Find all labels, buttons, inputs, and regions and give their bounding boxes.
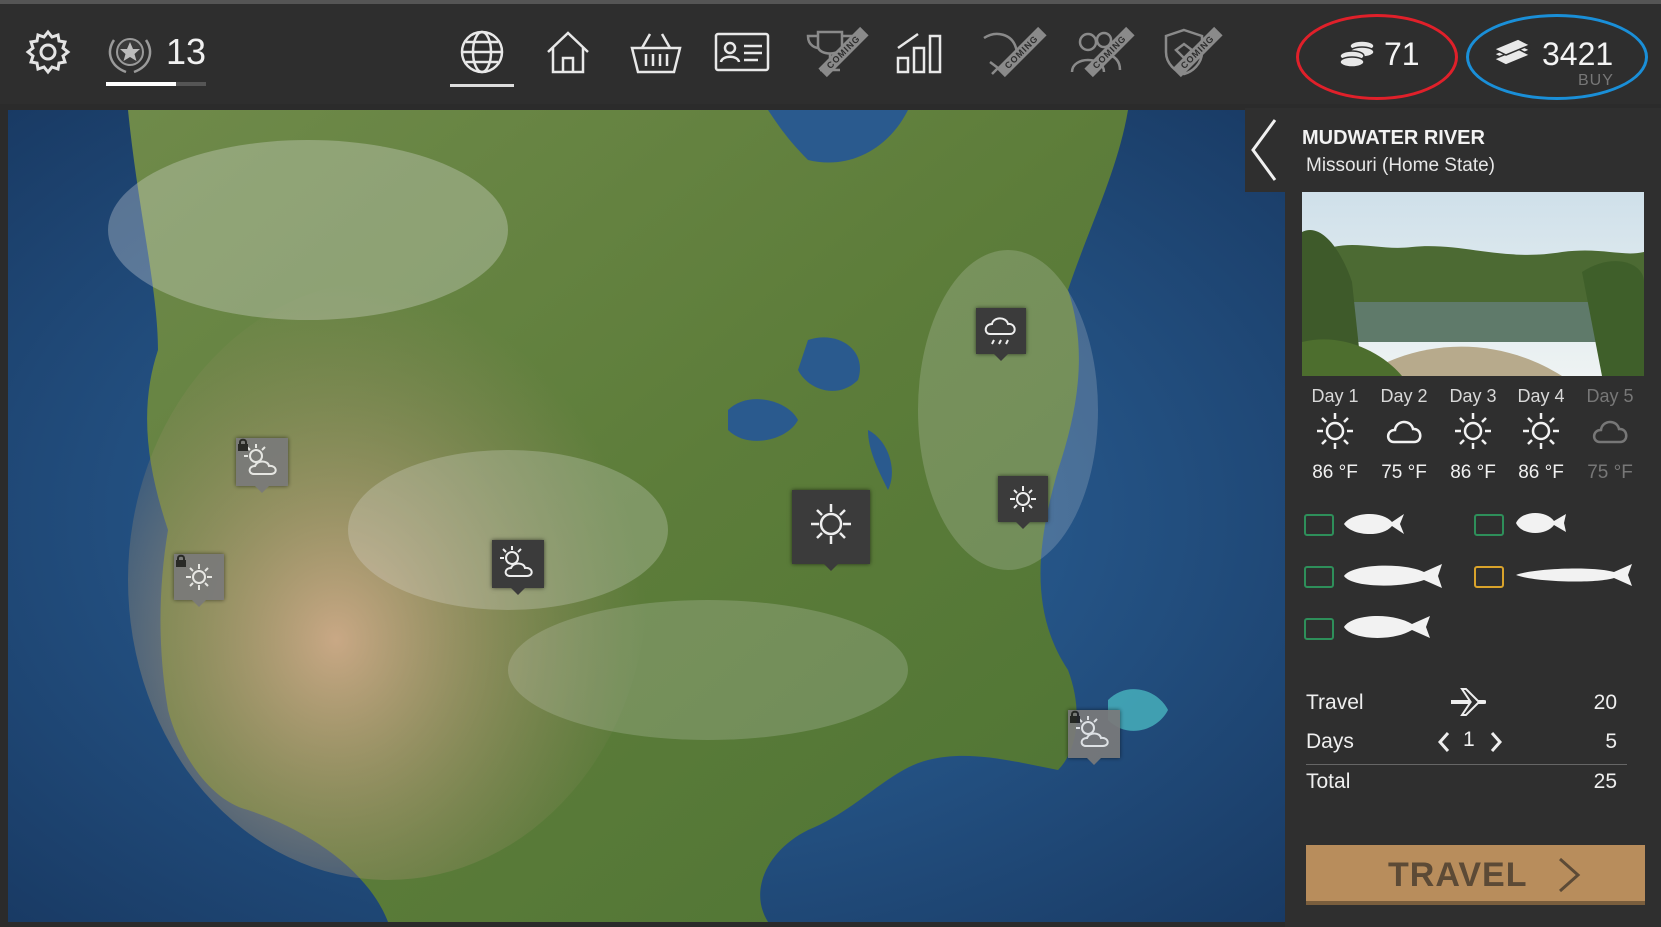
forecast-day-label: Day 5 bbox=[1586, 386, 1634, 406]
lock-icon bbox=[1070, 710, 1080, 723]
forecast-day: Day 3 86 °F bbox=[1438, 386, 1508, 483]
forecast-temperature: 86 °F bbox=[1450, 462, 1496, 483]
forecast-day: Day 5 75 °F bbox=[1575, 386, 1645, 483]
location-name: MUDWATER RIVER bbox=[1302, 127, 1485, 149]
days-value: 1 bbox=[1463, 728, 1475, 751]
cash-bills-icon bbox=[1492, 38, 1532, 66]
cloud-icon bbox=[1592, 420, 1628, 444]
earth-globe-image bbox=[8, 110, 1285, 922]
forecast-day: Day 1 86 °F bbox=[1300, 386, 1370, 483]
lock-icon bbox=[238, 438, 248, 451]
days-cost: 5 bbox=[1605, 730, 1617, 753]
bass-fish-icon bbox=[1344, 513, 1404, 535]
license-badge bbox=[1304, 566, 1334, 588]
rank-progress-bar bbox=[106, 82, 206, 86]
catfish-icon bbox=[1344, 564, 1442, 588]
lock-icon bbox=[176, 554, 186, 567]
gar-fish-icon bbox=[1516, 564, 1632, 586]
travel-cost: 20 bbox=[1593, 691, 1617, 714]
chevron-right-icon bbox=[1559, 857, 1581, 893]
map-location-partly-cloudy[interactable] bbox=[492, 540, 544, 595]
license-badge bbox=[1304, 514, 1334, 536]
forecast-day-label: Day 2 bbox=[1380, 386, 1428, 406]
panel-collapse-button[interactable] bbox=[1245, 108, 1285, 192]
license-badge-gold bbox=[1474, 566, 1504, 588]
nav-home-icon[interactable] bbox=[536, 24, 600, 80]
coins-icon bbox=[1339, 40, 1375, 68]
days-decrease-chevron-icon[interactable] bbox=[1436, 730, 1452, 754]
map-location-locked[interactable] bbox=[1068, 710, 1120, 765]
travel-label: Travel bbox=[1306, 691, 1364, 714]
forecast-temperature: 75 °F bbox=[1587, 462, 1633, 483]
map-location-locked[interactable] bbox=[174, 554, 224, 607]
forecast-temperature: 86 °F bbox=[1312, 462, 1358, 483]
sun-icon bbox=[1317, 413, 1353, 449]
settings-gear-icon[interactable] bbox=[24, 28, 72, 76]
travel-button-label: TRAVEL bbox=[1388, 856, 1528, 894]
location-preview-image bbox=[1302, 192, 1644, 376]
sun-icon bbox=[1523, 413, 1559, 449]
nav-fishing-icon[interactable]: COMING bbox=[976, 24, 1047, 80]
total-label: Total bbox=[1306, 770, 1351, 793]
total-cost: 25 bbox=[1593, 770, 1617, 793]
nav-license-card-icon[interactable] bbox=[710, 24, 774, 80]
partly-cloudy-icon bbox=[500, 546, 533, 577]
sun-icon bbox=[1010, 486, 1036, 512]
nav-stats-chart-icon[interactable] bbox=[888, 24, 952, 80]
forecast-day-label: Day 3 bbox=[1449, 386, 1497, 406]
rank-wreath-icon bbox=[108, 38, 152, 74]
rank-progress-fill bbox=[106, 82, 176, 86]
sunfish-icon bbox=[1516, 512, 1566, 534]
forecast-temperature: 86 °F bbox=[1518, 462, 1564, 483]
map-location-selected[interactable] bbox=[792, 490, 870, 571]
location-state: Missouri (Home State) bbox=[1306, 155, 1495, 176]
forecast-day: Day 2 75 °F bbox=[1369, 386, 1439, 483]
nav-globe-icon[interactable] bbox=[450, 24, 514, 80]
cash-counter[interactable]: 3421 bbox=[1490, 34, 1640, 74]
world-map[interactable] bbox=[8, 110, 1285, 922]
cloud-icon bbox=[1386, 420, 1422, 444]
sun-icon bbox=[1455, 413, 1491, 449]
player-rank[interactable]: 13 bbox=[104, 24, 208, 86]
carp-fish-icon bbox=[1344, 616, 1430, 638]
nav-trophy-icon[interactable]: COMING bbox=[798, 24, 869, 80]
forecast-day: Day 4 86 °F bbox=[1506, 386, 1576, 483]
days-increase-chevron-icon[interactable] bbox=[1488, 730, 1504, 754]
airplane-icon bbox=[1451, 688, 1486, 716]
nav-active-indicator bbox=[450, 84, 514, 87]
nav-friends-icon[interactable]: COMING bbox=[1064, 24, 1135, 80]
rain-cloud-icon bbox=[984, 317, 1016, 345]
sun-icon bbox=[811, 504, 851, 544]
chevron-left-icon bbox=[1251, 119, 1277, 181]
coins-counter[interactable]: 71 bbox=[1338, 34, 1448, 74]
map-location-locked[interactable] bbox=[236, 438, 288, 493]
cash-value: 3421 bbox=[1542, 36, 1614, 72]
rank-level: 13 bbox=[166, 31, 207, 72]
nav-shop-basket-icon[interactable] bbox=[624, 24, 688, 80]
nav-clan-shield-icon[interactable]: COMING bbox=[1152, 24, 1223, 80]
license-badge bbox=[1474, 514, 1504, 536]
total-divider bbox=[1306, 764, 1627, 765]
map-location-rain[interactable] bbox=[976, 308, 1026, 361]
map-location-sunny[interactable] bbox=[998, 476, 1048, 529]
forecast-day-label: Day 1 bbox=[1311, 386, 1359, 406]
buy-link[interactable]: BUY bbox=[1578, 72, 1614, 90]
license-badge bbox=[1304, 618, 1334, 640]
coins-value: 71 bbox=[1384, 36, 1420, 72]
travel-button[interactable]: TRAVEL bbox=[1306, 845, 1645, 905]
top-edge bbox=[0, 0, 1661, 4]
forecast-day-label: Day 4 bbox=[1517, 386, 1565, 406]
days-label: Days bbox=[1306, 730, 1354, 753]
forecast-temperature: 75 °F bbox=[1381, 462, 1427, 483]
